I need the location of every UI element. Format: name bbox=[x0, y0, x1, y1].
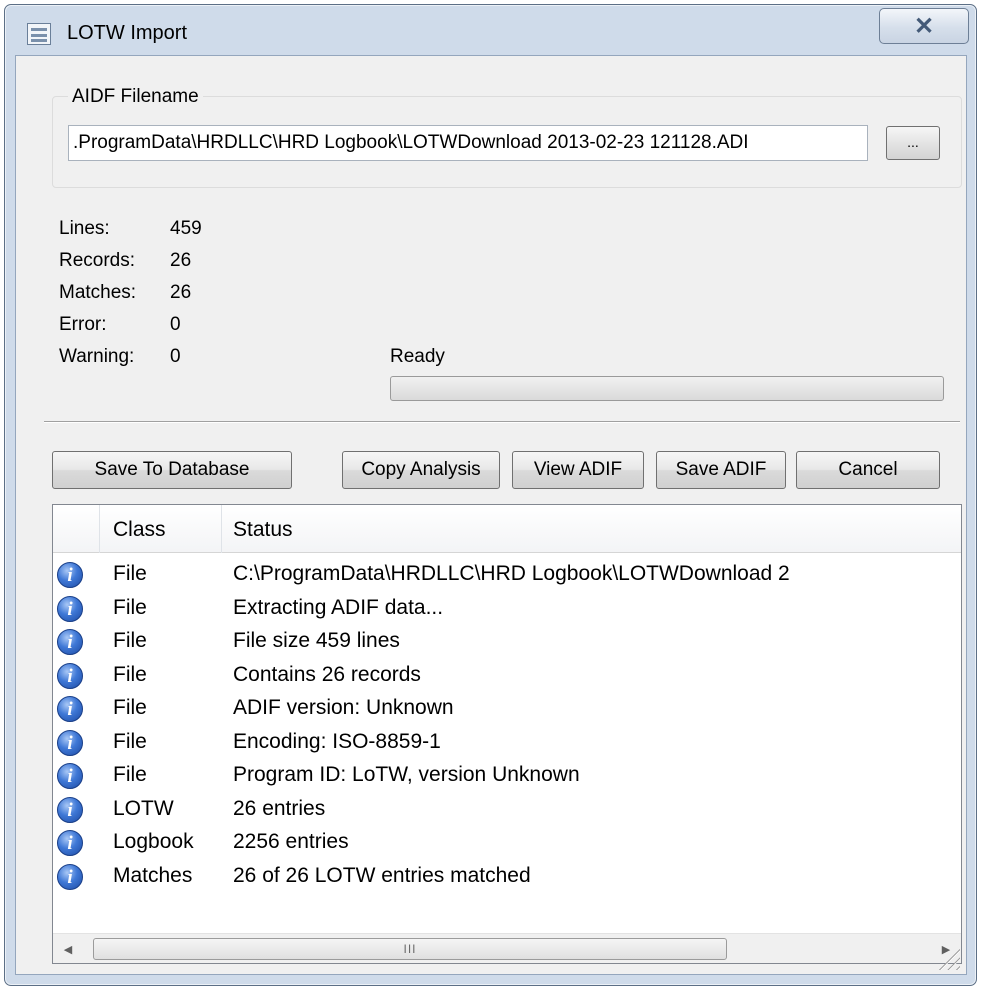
lotw-import-window: LOTW Import ✕ AIDF Filename .ProgramData… bbox=[4, 4, 977, 986]
list-rows: i File C:\ProgramData\HRDLLC\HRD Logbook\L… bbox=[53, 559, 961, 907]
status-cell: ADIF version: Unknown bbox=[233, 696, 454, 719]
class-cell: Matches bbox=[113, 863, 193, 887]
class-cell: LOTW bbox=[113, 796, 174, 820]
status-cell: 26 of 26 LOTW entries matched bbox=[233, 863, 531, 887]
status-cell: 26 entries bbox=[233, 796, 326, 820]
status-cell: Program ID: LoTW, version Unknown bbox=[233, 763, 580, 786]
info-icon: i bbox=[57, 562, 83, 588]
filename-group-label: AIDF Filename bbox=[68, 86, 203, 108]
scroll-left-icon[interactable]: ◀ bbox=[53, 934, 83, 964]
list-item[interactable]: i Logbook 2256 entries bbox=[53, 827, 961, 860]
window-icon bbox=[27, 23, 51, 45]
dialog-client-area: AIDF Filename .ProgramData\HRDLLC\HRD Lo… bbox=[15, 55, 967, 975]
list-item[interactable]: i File C:\ProgramData\HRDLLC\HRD Logbook\L… bbox=[53, 559, 961, 592]
column-header-status[interactable]: Status bbox=[233, 518, 293, 542]
window-title: LOTW Import bbox=[67, 22, 188, 44]
save-adif-button[interactable]: Save ADIF bbox=[656, 451, 786, 489]
class-cell: File bbox=[113, 696, 147, 719]
class-cell: File bbox=[113, 595, 147, 619]
list-item[interactable]: i LOTW 26 entries bbox=[53, 794, 961, 827]
close-icon: ✕ bbox=[913, 12, 935, 40]
class-cell: File bbox=[113, 729, 147, 753]
filename-field[interactable]: .ProgramData\HRDLLC\HRD Logbook\LOTWDown… bbox=[68, 125, 868, 161]
records-label: Records: bbox=[59, 250, 136, 271]
grip-icon: III bbox=[403, 942, 417, 956]
warning-label: Warning: bbox=[59, 346, 135, 367]
info-icon: i bbox=[57, 629, 83, 655]
list-item[interactable]: i File Contains 26 records bbox=[53, 660, 961, 693]
lines-label: Lines: bbox=[59, 218, 110, 239]
lines-value: 459 bbox=[170, 218, 202, 239]
info-icon: i bbox=[57, 830, 83, 856]
browse-button[interactable]: ... bbox=[886, 126, 940, 160]
list-item[interactable]: i Matches 26 of 26 LOTW entries matched bbox=[53, 861, 961, 894]
info-icon: i bbox=[57, 763, 83, 789]
class-cell: File bbox=[113, 562, 147, 585]
column-header-class[interactable]: Class bbox=[113, 518, 166, 542]
info-icon: i bbox=[57, 796, 83, 823]
list-item[interactable]: i File File size 459 lines bbox=[53, 626, 961, 659]
horizontal-scrollbar[interactable]: ◀ III ▶ bbox=[53, 933, 961, 963]
save-to-database-button[interactable]: Save To Database bbox=[52, 451, 292, 489]
matches-label: Matches: bbox=[59, 282, 137, 303]
info-icon: i bbox=[57, 696, 83, 722]
warning-value: 0 bbox=[170, 346, 181, 367]
records-value: 26 bbox=[170, 250, 192, 271]
info-icon: i bbox=[57, 662, 83, 689]
column-separator bbox=[221, 505, 222, 553]
error-label: Error: bbox=[59, 314, 107, 335]
info-icon: i bbox=[57, 729, 83, 756]
progress-status: Ready bbox=[390, 346, 445, 367]
column-separator bbox=[99, 505, 100, 553]
list-item[interactable]: i File ADIF version: Unknown bbox=[53, 693, 961, 726]
class-cell: File bbox=[113, 629, 147, 652]
status-cell: Extracting ADIF data... bbox=[233, 595, 444, 619]
status-cell: C:\ProgramData\HRDLLC\HRD Logbook\LOTWDo… bbox=[233, 562, 790, 585]
class-cell: File bbox=[113, 662, 147, 686]
status-cell: Contains 26 records bbox=[233, 662, 421, 686]
title-bar[interactable]: LOTW Import ✕ bbox=[5, 5, 976, 55]
view-adif-button[interactable]: View ADIF bbox=[512, 451, 644, 489]
list-header: Class Status bbox=[53, 505, 961, 553]
list-item[interactable]: i File Extracting ADIF data... bbox=[53, 593, 961, 626]
status-cell: Encoding: ISO-8859-1 bbox=[233, 729, 441, 753]
status-cell: 2256 entries bbox=[233, 830, 349, 853]
copy-analysis-button[interactable]: Copy Analysis bbox=[342, 451, 500, 489]
scrollbar-thumb[interactable]: III bbox=[93, 938, 727, 960]
error-value: 0 bbox=[170, 314, 181, 335]
close-button[interactable]: ✕ bbox=[879, 8, 969, 44]
class-cell: File bbox=[113, 763, 147, 786]
list-item[interactable]: i File Program ID: LoTW, version Unknown bbox=[53, 760, 961, 793]
cancel-button[interactable]: Cancel bbox=[796, 451, 940, 489]
info-icon: i bbox=[57, 595, 83, 622]
divider bbox=[44, 421, 960, 423]
progress-bar bbox=[390, 376, 944, 401]
status-cell: File size 459 lines bbox=[233, 629, 400, 652]
info-icon: i bbox=[57, 863, 83, 890]
analysis-list[interactable]: Class Status i File C:\ProgramData\HRDLLC\… bbox=[52, 504, 962, 964]
list-item[interactable]: i File Encoding: ISO-8859-1 bbox=[53, 727, 961, 760]
class-cell: Logbook bbox=[113, 830, 194, 853]
matches-value: 26 bbox=[170, 282, 192, 303]
